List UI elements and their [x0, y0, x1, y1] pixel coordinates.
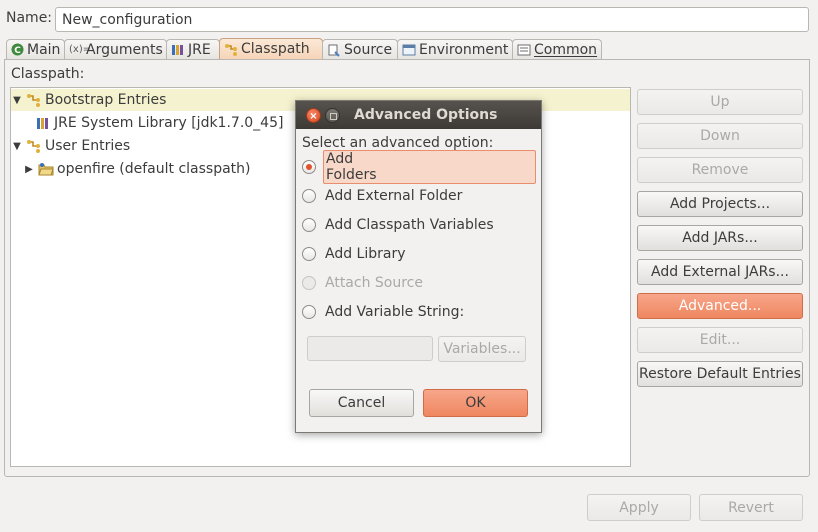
add-external-jars-button[interactable]: Add External JARs...	[637, 259, 803, 285]
option-label: Add External Folder	[325, 188, 463, 204]
add-jars-button[interactable]: Add JARs...	[637, 225, 803, 251]
svg-text:C: C	[14, 46, 21, 56]
tab-label: Source	[344, 41, 393, 58]
add-projects-button[interactable]: Add Projects...	[637, 191, 803, 217]
option-label: Add Variable String:	[325, 304, 465, 320]
option-label: Add Library	[325, 246, 406, 262]
advanced-options-dialog: × Advanced Options Select an advanced op…	[295, 100, 542, 433]
tree-item-label: JRE System Library [jdk1.7.0_45]	[54, 115, 284, 131]
dialog-titlebar[interactable]: × Advanced Options	[296, 101, 541, 129]
variable-string-input[interactable]	[307, 336, 433, 361]
option-label: Add Folders	[323, 150, 536, 184]
restore-default-entries-button[interactable]: Restore Default Entries	[637, 361, 803, 387]
radio-icon[interactable]	[302, 189, 316, 203]
apply-button[interactable]: Apply	[587, 494, 691, 521]
radio-icon[interactable]	[302, 247, 316, 261]
ok-button[interactable]: OK	[423, 389, 528, 417]
dialog-title: Advanced Options	[354, 107, 498, 123]
radio-icon[interactable]	[302, 218, 316, 232]
add-classpath-variables-option[interactable]: Add Classpath Variables	[302, 214, 536, 236]
tab-label: JRE	[188, 41, 211, 58]
expanded-arrow-icon[interactable]: ▼	[11, 95, 23, 106]
tab-label: Environment	[419, 41, 509, 58]
common-icon	[517, 43, 531, 57]
main-icon: C	[11, 43, 24, 57]
option-label: Add Classpath Variables	[325, 217, 494, 233]
up-button[interactable]: Up	[637, 89, 803, 115]
radio-checked-icon[interactable]	[302, 160, 316, 174]
classpath-entries-icon	[26, 138, 42, 154]
tree-item-label: Bootstrap Entries	[45, 92, 167, 108]
tab-label: Arguments	[86, 41, 163, 58]
down-button[interactable]: Down	[637, 123, 803, 149]
radio-icon[interactable]	[302, 305, 316, 319]
tab-label: Main	[27, 41, 61, 58]
arguments-icon: (x)=	[69, 44, 92, 55]
tab-arguments[interactable]: (x)= Arguments	[64, 39, 167, 60]
remove-button[interactable]: Remove	[637, 157, 803, 183]
jre-icon	[171, 43, 185, 57]
radio-disabled-icon	[302, 276, 316, 290]
source-icon	[327, 43, 341, 57]
add-library-option[interactable]: Add Library	[302, 243, 536, 265]
add-folders-option[interactable]: Add Folders	[302, 150, 536, 184]
tree-item-label: openfire (default classpath)	[57, 161, 251, 177]
option-label: Attach Source	[325, 275, 423, 291]
environment-icon	[402, 43, 416, 57]
add-variable-string-option[interactable]: Add Variable String:	[302, 301, 536, 323]
tab-classpath[interactable]: Classpath	[219, 38, 323, 60]
advanced-button[interactable]: Advanced...	[637, 293, 803, 319]
revert-button[interactable]: Revert	[699, 494, 803, 521]
collapsed-arrow-icon[interactable]: ▶	[23, 164, 35, 175]
tab-jre[interactable]: JRE	[166, 39, 220, 60]
project-folder-icon	[38, 161, 54, 177]
tree-item-label: User Entries	[45, 138, 131, 154]
attach-source-option: Attach Source	[302, 272, 536, 294]
tab-label: Common	[534, 41, 598, 58]
classpath-entries-icon	[26, 92, 42, 108]
name-label: Name:	[6, 10, 53, 26]
tab-common[interactable]: Common	[512, 39, 602, 60]
expanded-arrow-icon[interactable]: ▼	[11, 141, 23, 152]
library-icon	[35, 115, 51, 131]
dialog-prompt: Select an advanced option:	[302, 135, 494, 151]
cancel-button[interactable]: Cancel	[309, 389, 414, 417]
name-input[interactable]	[55, 7, 809, 32]
edit-button[interactable]: Edit...	[637, 327, 803, 353]
tab-source[interactable]: Source	[322, 39, 398, 60]
add-external-folder-option[interactable]: Add External Folder	[302, 185, 536, 207]
maximize-icon[interactable]	[325, 108, 340, 123]
variables-button[interactable]: Variables...	[438, 336, 526, 362]
tab-label: Classpath	[241, 41, 310, 57]
classpath-icon	[224, 43, 238, 57]
tab-environment[interactable]: Environment	[397, 39, 513, 60]
tab-main[interactable]: C Main	[6, 39, 65, 60]
classpath-label: Classpath:	[11, 66, 85, 82]
close-icon[interactable]: ×	[306, 108, 321, 123]
